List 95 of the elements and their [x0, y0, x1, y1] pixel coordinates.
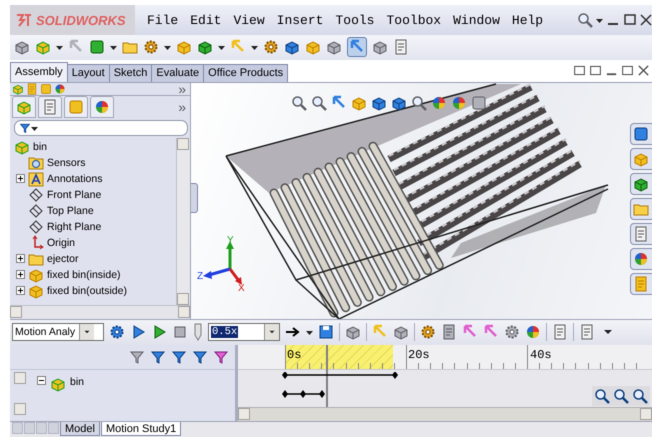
- collapse-icon[interactable]: [37, 376, 46, 385]
- tree-item[interactable]: Front Plane: [47, 188, 102, 201]
- filter-icon[interactable]: [192, 348, 208, 365]
- box-icon[interactable]: [14, 39, 30, 56]
- assembly-icon[interactable]: [12, 82, 24, 95]
- plane-icon: [28, 202, 44, 219]
- tree-item[interactable]: bin: [70, 376, 84, 388]
- panel-toggle[interactable]: [191, 182, 198, 213]
- task-pane-tab[interactable]: [630, 222, 652, 245]
- time-label: 40s: [530, 348, 552, 362]
- menu-item[interactable]: Window: [453, 10, 500, 30]
- panel-tab[interactable]: [64, 96, 88, 118]
- box-icon[interactable]: [372, 39, 388, 56]
- filter-icon[interactable]: [171, 348, 187, 365]
- appearance-icon: [94, 98, 110, 115]
- keyframe-track[interactable]: [282, 372, 398, 379]
- part-icon: [28, 282, 44, 299]
- zoom-icon[interactable]: [311, 94, 327, 111]
- ribbon-tab[interactable]: Office Products: [203, 64, 288, 82]
- study-type-dropdown[interactable]: Motion Analy: [12, 323, 104, 342]
- document-icon[interactable]: [393, 39, 409, 56]
- tree-item[interactable]: Top Plane: [47, 204, 94, 217]
- part-icon[interactable]: [305, 39, 321, 56]
- tree-item[interactable]: bin: [33, 140, 48, 153]
- sensors-folder-icon: [28, 154, 44, 171]
- gear-icon[interactable]: [263, 39, 279, 56]
- assembly-icon: [14, 138, 30, 155]
- logo-mark-icon: [16, 13, 32, 27]
- appearance-icon[interactable]: [451, 94, 467, 111]
- box-icon[interactable]: [284, 39, 300, 56]
- filter-icon[interactable]: [129, 348, 145, 365]
- ribbon-tab[interactable]: Assembly: [10, 62, 68, 82]
- tree-item[interactable]: fixed bin(outside): [47, 284, 127, 297]
- expand-chevron[interactable]: »: [178, 98, 186, 115]
- stop-icon[interactable]: [172, 324, 188, 340]
- panel-tab[interactable]: [90, 96, 114, 118]
- zoom-out-icon[interactable]: [632, 388, 648, 404]
- assembly-icon: [50, 376, 66, 392]
- ribbon-tab[interactable]: Evaluate: [151, 64, 204, 82]
- menu-item[interactable]: File: [147, 10, 178, 30]
- zoom-icon[interactable]: [291, 94, 307, 111]
- plane-icon: [28, 218, 44, 235]
- list-icon: [633, 226, 649, 242]
- menu-item[interactable]: Tools: [335, 10, 374, 30]
- maximize-icon[interactable]: [623, 13, 637, 27]
- axis-label: Y: [227, 234, 234, 246]
- keyframe-track[interactable]: [282, 390, 325, 398]
- close-icon[interactable]: [640, 13, 652, 27]
- save-icon[interactable]: [318, 324, 334, 340]
- appearance-icon[interactable]: [431, 94, 447, 111]
- study-tab[interactable]: Motion Study1: [100, 422, 182, 436]
- tree-item[interactable]: Sensors: [47, 156, 86, 169]
- part-icon[interactable]: [197, 39, 213, 56]
- zoom-to-fit-icon[interactable]: [594, 388, 610, 404]
- annotations-folder-icon: [28, 170, 44, 187]
- study-tab[interactable]: Model: [60, 422, 100, 436]
- menu-item[interactable]: Edit: [190, 10, 222, 30]
- task-pane-tab[interactable]: [630, 172, 652, 195]
- tree-item[interactable]: Right Plane: [47, 220, 102, 233]
- tree-item[interactable]: fixed bin(inside): [47, 268, 121, 281]
- close-icon[interactable]: [637, 64, 650, 78]
- ribbon-tab[interactable]: Sketch: [108, 64, 152, 82]
- zoom-in-icon[interactable]: [613, 388, 629, 404]
- axis-label: Z: [197, 270, 204, 282]
- task-pane-tab[interactable]: [630, 248, 652, 270]
- playback-speed-dropdown[interactable]: 0.5x: [208, 323, 280, 342]
- time-label: 0s: [287, 348, 302, 362]
- tree-item[interactable]: ejector: [47, 252, 79, 265]
- assembly-icon[interactable]: [35, 39, 51, 56]
- filter-icon[interactable]: [150, 348, 166, 365]
- tree-item[interactable]: Annotations: [47, 172, 102, 185]
- task-pane-tab[interactable]: [630, 122, 652, 145]
- menu-item[interactable]: Help: [512, 10, 544, 30]
- part-icon[interactable]: [326, 39, 342, 56]
- assembly-icon: [16, 98, 32, 115]
- ribbon-tab[interactable]: Layout: [66, 64, 110, 82]
- menu-item[interactable]: Toolbox: [386, 10, 442, 30]
- playback-slider-icon[interactable]: [193, 323, 203, 342]
- plane-icon: [28, 186, 44, 203]
- filter-icon: [19, 122, 31, 134]
- filter-field[interactable]: [14, 120, 188, 136]
- tree-item[interactable]: Origin: [47, 236, 76, 249]
- assembly-icon[interactable]: [176, 39, 192, 56]
- expand-chevron[interactable]: »: [178, 84, 186, 95]
- menu-item[interactable]: View: [233, 10, 265, 30]
- part-icon: [28, 266, 44, 283]
- axis-label: X: [238, 282, 245, 291]
- panel-tab[interactable]: [38, 96, 62, 118]
- logo-text: SOLIDWORKS: [36, 12, 126, 28]
- gear-icon[interactable]: [143, 39, 159, 56]
- time-label: 20s: [408, 348, 430, 362]
- filter-icon[interactable]: [213, 348, 229, 365]
- cube-icon[interactable]: [391, 94, 407, 111]
- appearance-icon: [633, 250, 649, 267]
- menu-item[interactable]: Insert: [276, 10, 324, 30]
